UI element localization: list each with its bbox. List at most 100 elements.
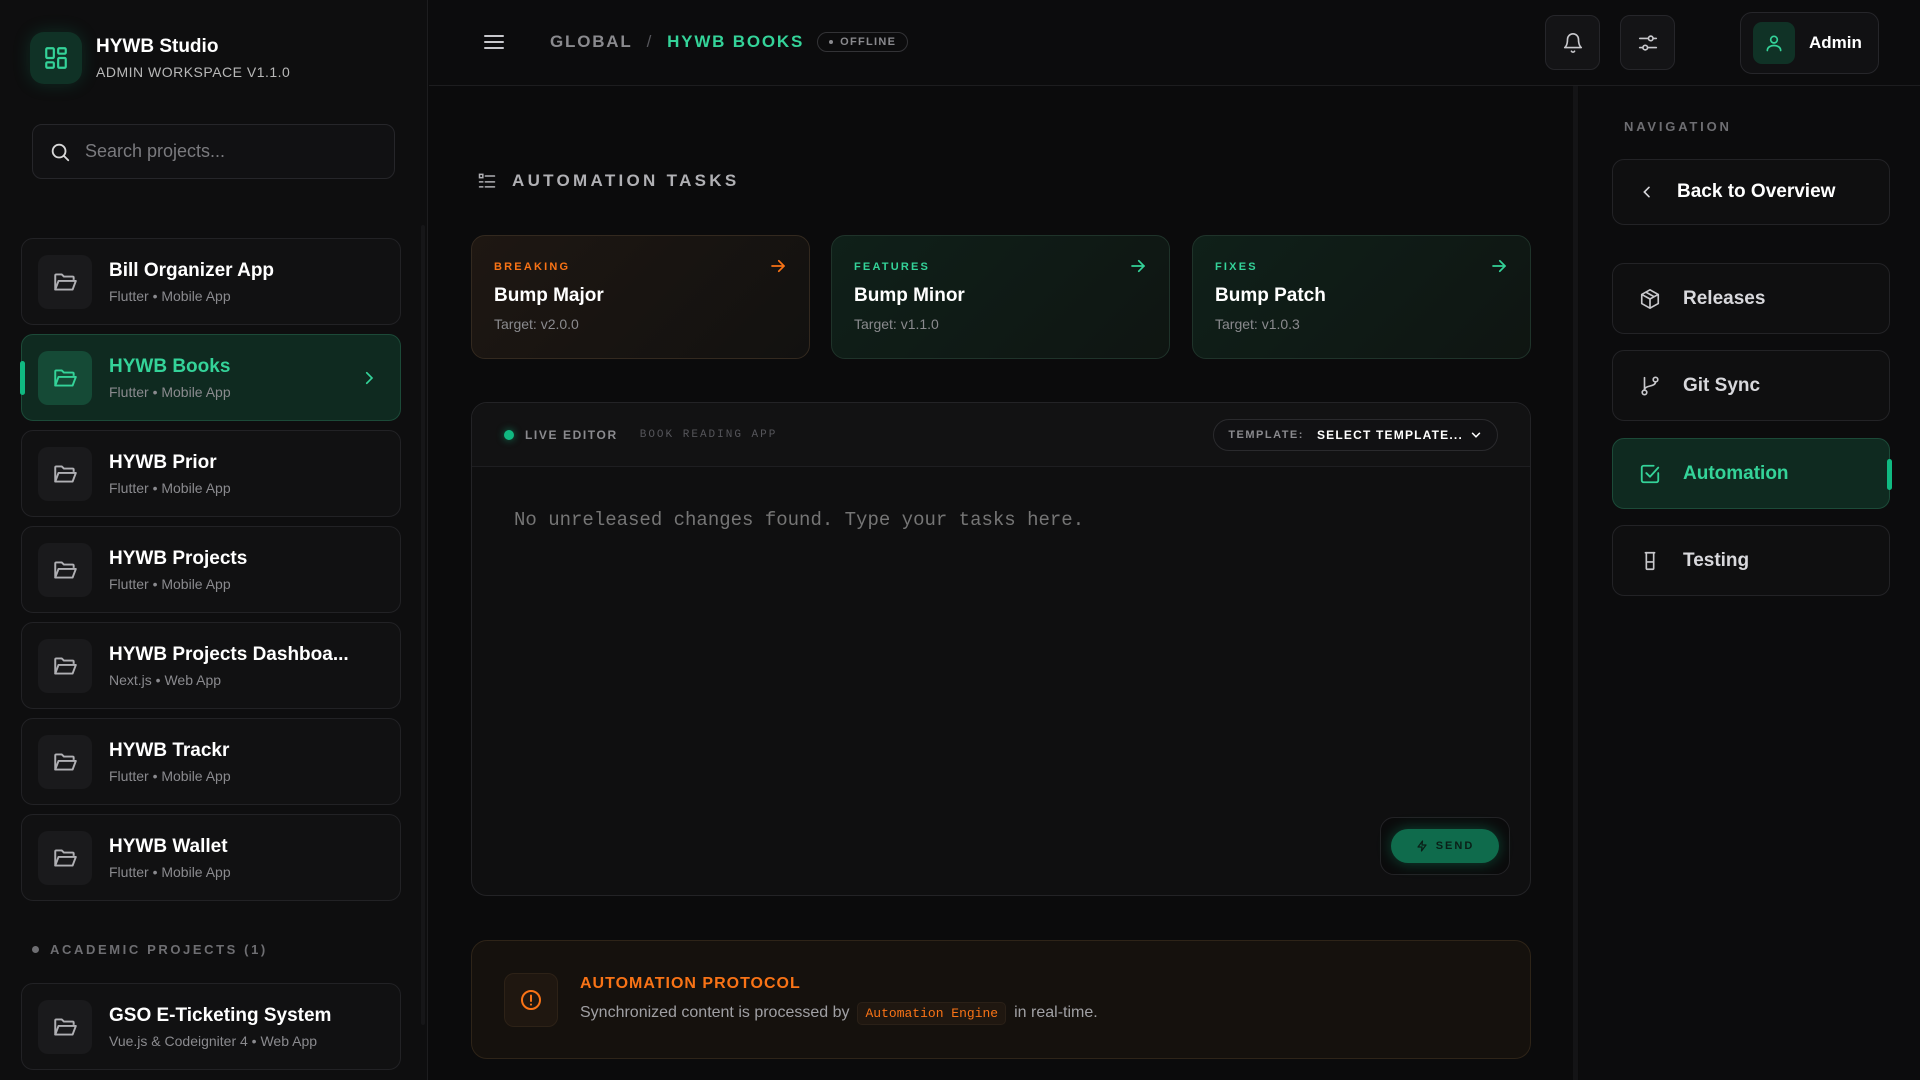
- sidebar: HYWB Studio ADMIN WORKSPACE V1.1.0 Bill …: [0, 0, 428, 1080]
- protocol-engine-code: Automation Engine: [857, 1001, 1007, 1025]
- project-meta: Flutter • Mobile App: [109, 479, 231, 496]
- task-tag: FIXES: [1215, 261, 1258, 273]
- project-name: HYWB Projects Dashboa...: [109, 643, 349, 665]
- template-label: TEMPLATE:: [1228, 429, 1304, 441]
- project-name: HYWB Trackr: [109, 739, 230, 761]
- notifications-button[interactable]: [1545, 15, 1600, 70]
- template-value: SELECT TEMPLATE...: [1316, 428, 1463, 442]
- protocol-title: AUTOMATION PROTOCOL: [580, 974, 801, 992]
- status-badge: OFFLINE: [817, 32, 909, 52]
- back-to-overview-button[interactable]: Back to Overview: [1612, 159, 1890, 225]
- project-meta: Next.js • Web App: [109, 671, 222, 688]
- task-card-bump-major[interactable]: BREAKING Bump Major Target: v2.0.0: [471, 235, 810, 359]
- project-meta: Flutter • Mobile App: [109, 767, 231, 784]
- project-meta: Flutter • Mobile App: [109, 287, 231, 304]
- project-item-hywb-prior[interactable]: HYWB Prior Flutter • Mobile App: [21, 430, 401, 517]
- live-editor-label: LIVE EDITOR: [525, 427, 618, 442]
- task-target: Target: v1.1.0: [854, 316, 939, 332]
- navigation-title: NAVIGATION: [1624, 119, 1732, 134]
- project-meta: Flutter • Mobile App: [109, 575, 231, 592]
- academic-section-label[interactable]: ACADEMIC PROJECTS (1): [32, 942, 268, 957]
- live-status-icon: [504, 429, 514, 440]
- task-tag: BREAKING: [494, 261, 571, 273]
- top-bar: GLOBAL / HYWB BOOKS OFFLINE Admin: [429, 0, 1920, 86]
- project-item-hywb-wallet[interactable]: HYWB Wallet Flutter • Mobile App: [21, 814, 401, 901]
- search-box[interactable]: [32, 124, 395, 179]
- breadcrumb-current: HYWB BOOKS: [667, 32, 805, 51]
- user-menu-button[interactable]: Admin: [1740, 12, 1879, 74]
- user-icon: [1753, 22, 1795, 64]
- project-item-hywb-projects[interactable]: HYWB Projects Flutter • Mobile App: [21, 526, 401, 613]
- flask-icon: [1644, 551, 1656, 570]
- folder-icon: [38, 734, 92, 789]
- task-target: Target: v1.0.3: [1215, 316, 1300, 332]
- settings-button[interactable]: [1620, 15, 1675, 70]
- folder-icon: [38, 446, 92, 501]
- zap-icon: [1417, 840, 1427, 852]
- breadcrumb: GLOBAL / HYWB BOOKS OFFLINE: [550, 32, 909, 52]
- folder-icon: [38, 542, 92, 597]
- main-scrollbar[interactable]: [1573, 86, 1578, 1080]
- search-icon: [51, 143, 70, 161]
- editor-header: LIVE EDITOR BOOK READING APP TEMPLATE: S…: [472, 403, 1530, 467]
- tasks-heading: AUTOMATION TASKS: [477, 171, 740, 191]
- nav-item-automation[interactable]: Automation: [1612, 438, 1892, 509]
- template-select[interactable]: TEMPLATE: SELECT TEMPLATE...: [1213, 419, 1498, 451]
- sidebar-scrollbar[interactable]: [421, 225, 425, 1025]
- alert-circle-icon: [504, 972, 558, 1027]
- task-title: Bump Patch: [1215, 285, 1326, 306]
- task-editor-textarea[interactable]: [514, 509, 1414, 709]
- nav-item-git-sync[interactable]: Git Sync: [1612, 350, 1890, 421]
- brand[interactable]: HYWB Studio ADMIN WORKSPACE V1.1.0: [30, 32, 290, 84]
- task-tag: FEATURES: [854, 261, 931, 273]
- folder-icon: [38, 638, 92, 693]
- brand-subtitle: ADMIN WORKSPACE V1.1.0: [96, 64, 291, 80]
- project-name: HYWB Wallet: [109, 835, 228, 857]
- arrow-right-icon: [771, 259, 785, 273]
- folder-icon: [38, 830, 92, 885]
- bullet-icon: [32, 946, 39, 953]
- project-item-gso-eticketing[interactable]: GSO E-Ticketing System Vue.js & Codeignit…: [21, 983, 401, 1070]
- nav-item-releases[interactable]: Releases: [1612, 263, 1890, 334]
- project-meta: Flutter • Mobile App: [109, 383, 231, 400]
- checkbox-icon: [1640, 464, 1660, 483]
- project-item-hywb-books[interactable]: HYWB Books Flutter • Mobile App: [20, 334, 401, 421]
- nav-item-testing[interactable]: Testing: [1612, 525, 1890, 596]
- user-name: Admin: [1809, 33, 1862, 52]
- send-button[interactable]: SEND: [1391, 829, 1499, 863]
- project-item-hywb-projects-dashboard[interactable]: HYWB Projects Dashboa... Next.js • Web Ap…: [21, 622, 401, 709]
- arrow-right-icon: [1492, 259, 1506, 273]
- live-editor: LIVE EDITOR BOOK READING APP TEMPLATE: S…: [471, 402, 1531, 896]
- automation-protocol-notice: AUTOMATION PROTOCOL Synchronized content…: [471, 940, 1531, 1059]
- project-name: HYWB Projects: [109, 547, 248, 569]
- project-name: HYWB Books: [109, 355, 231, 377]
- brand-title: HYWB Studio: [96, 36, 219, 57]
- task-title: Bump Minor: [854, 285, 965, 306]
- editor-context-label: BOOK READING APP: [639, 428, 778, 441]
- task-card-bump-patch[interactable]: FIXES Bump Patch Target: v1.0.3: [1192, 235, 1531, 359]
- search-input[interactable]: [85, 141, 375, 162]
- folder-icon: [38, 254, 92, 309]
- project-list: Bill Organizer App Flutter • Mobile App H…: [20, 238, 401, 910]
- menu-icon[interactable]: [482, 30, 506, 59]
- task-target: Target: v2.0.0: [494, 316, 579, 332]
- project-item-bill-organizer[interactable]: Bill Organizer App Flutter • Mobile App: [21, 238, 401, 325]
- sliders-icon: [1638, 34, 1657, 51]
- arrow-right-icon: [1131, 259, 1145, 273]
- chevron-left-icon: [1643, 186, 1650, 198]
- project-meta: Flutter • Mobile App: [109, 863, 231, 880]
- project-meta: Vue.js & Codeigniter 4 • Web App: [109, 1032, 318, 1049]
- protocol-description: Synchronized content is processed by Aut…: [580, 1001, 1098, 1025]
- box-icon: [1640, 288, 1660, 309]
- list-checks-icon: [478, 173, 496, 188]
- project-name: GSO E-Ticketing System: [109, 1004, 332, 1026]
- project-item-hywb-trackr[interactable]: HYWB Trackr Flutter • Mobile App: [21, 718, 401, 805]
- breadcrumb-root[interactable]: GLOBAL: [550, 32, 633, 52]
- grid-icon: [30, 32, 82, 84]
- status-dot-icon: [829, 40, 834, 44]
- task-title: Bump Major: [494, 285, 604, 306]
- breadcrumb-separator: /: [646, 32, 654, 51]
- git-branch-icon: [1641, 375, 1659, 396]
- task-card-bump-minor[interactable]: FEATURES Bump Minor Target: v1.1.0: [831, 235, 1170, 359]
- right-navigation: NAVIGATION Back to Overview Releases Git…: [1579, 86, 1920, 1080]
